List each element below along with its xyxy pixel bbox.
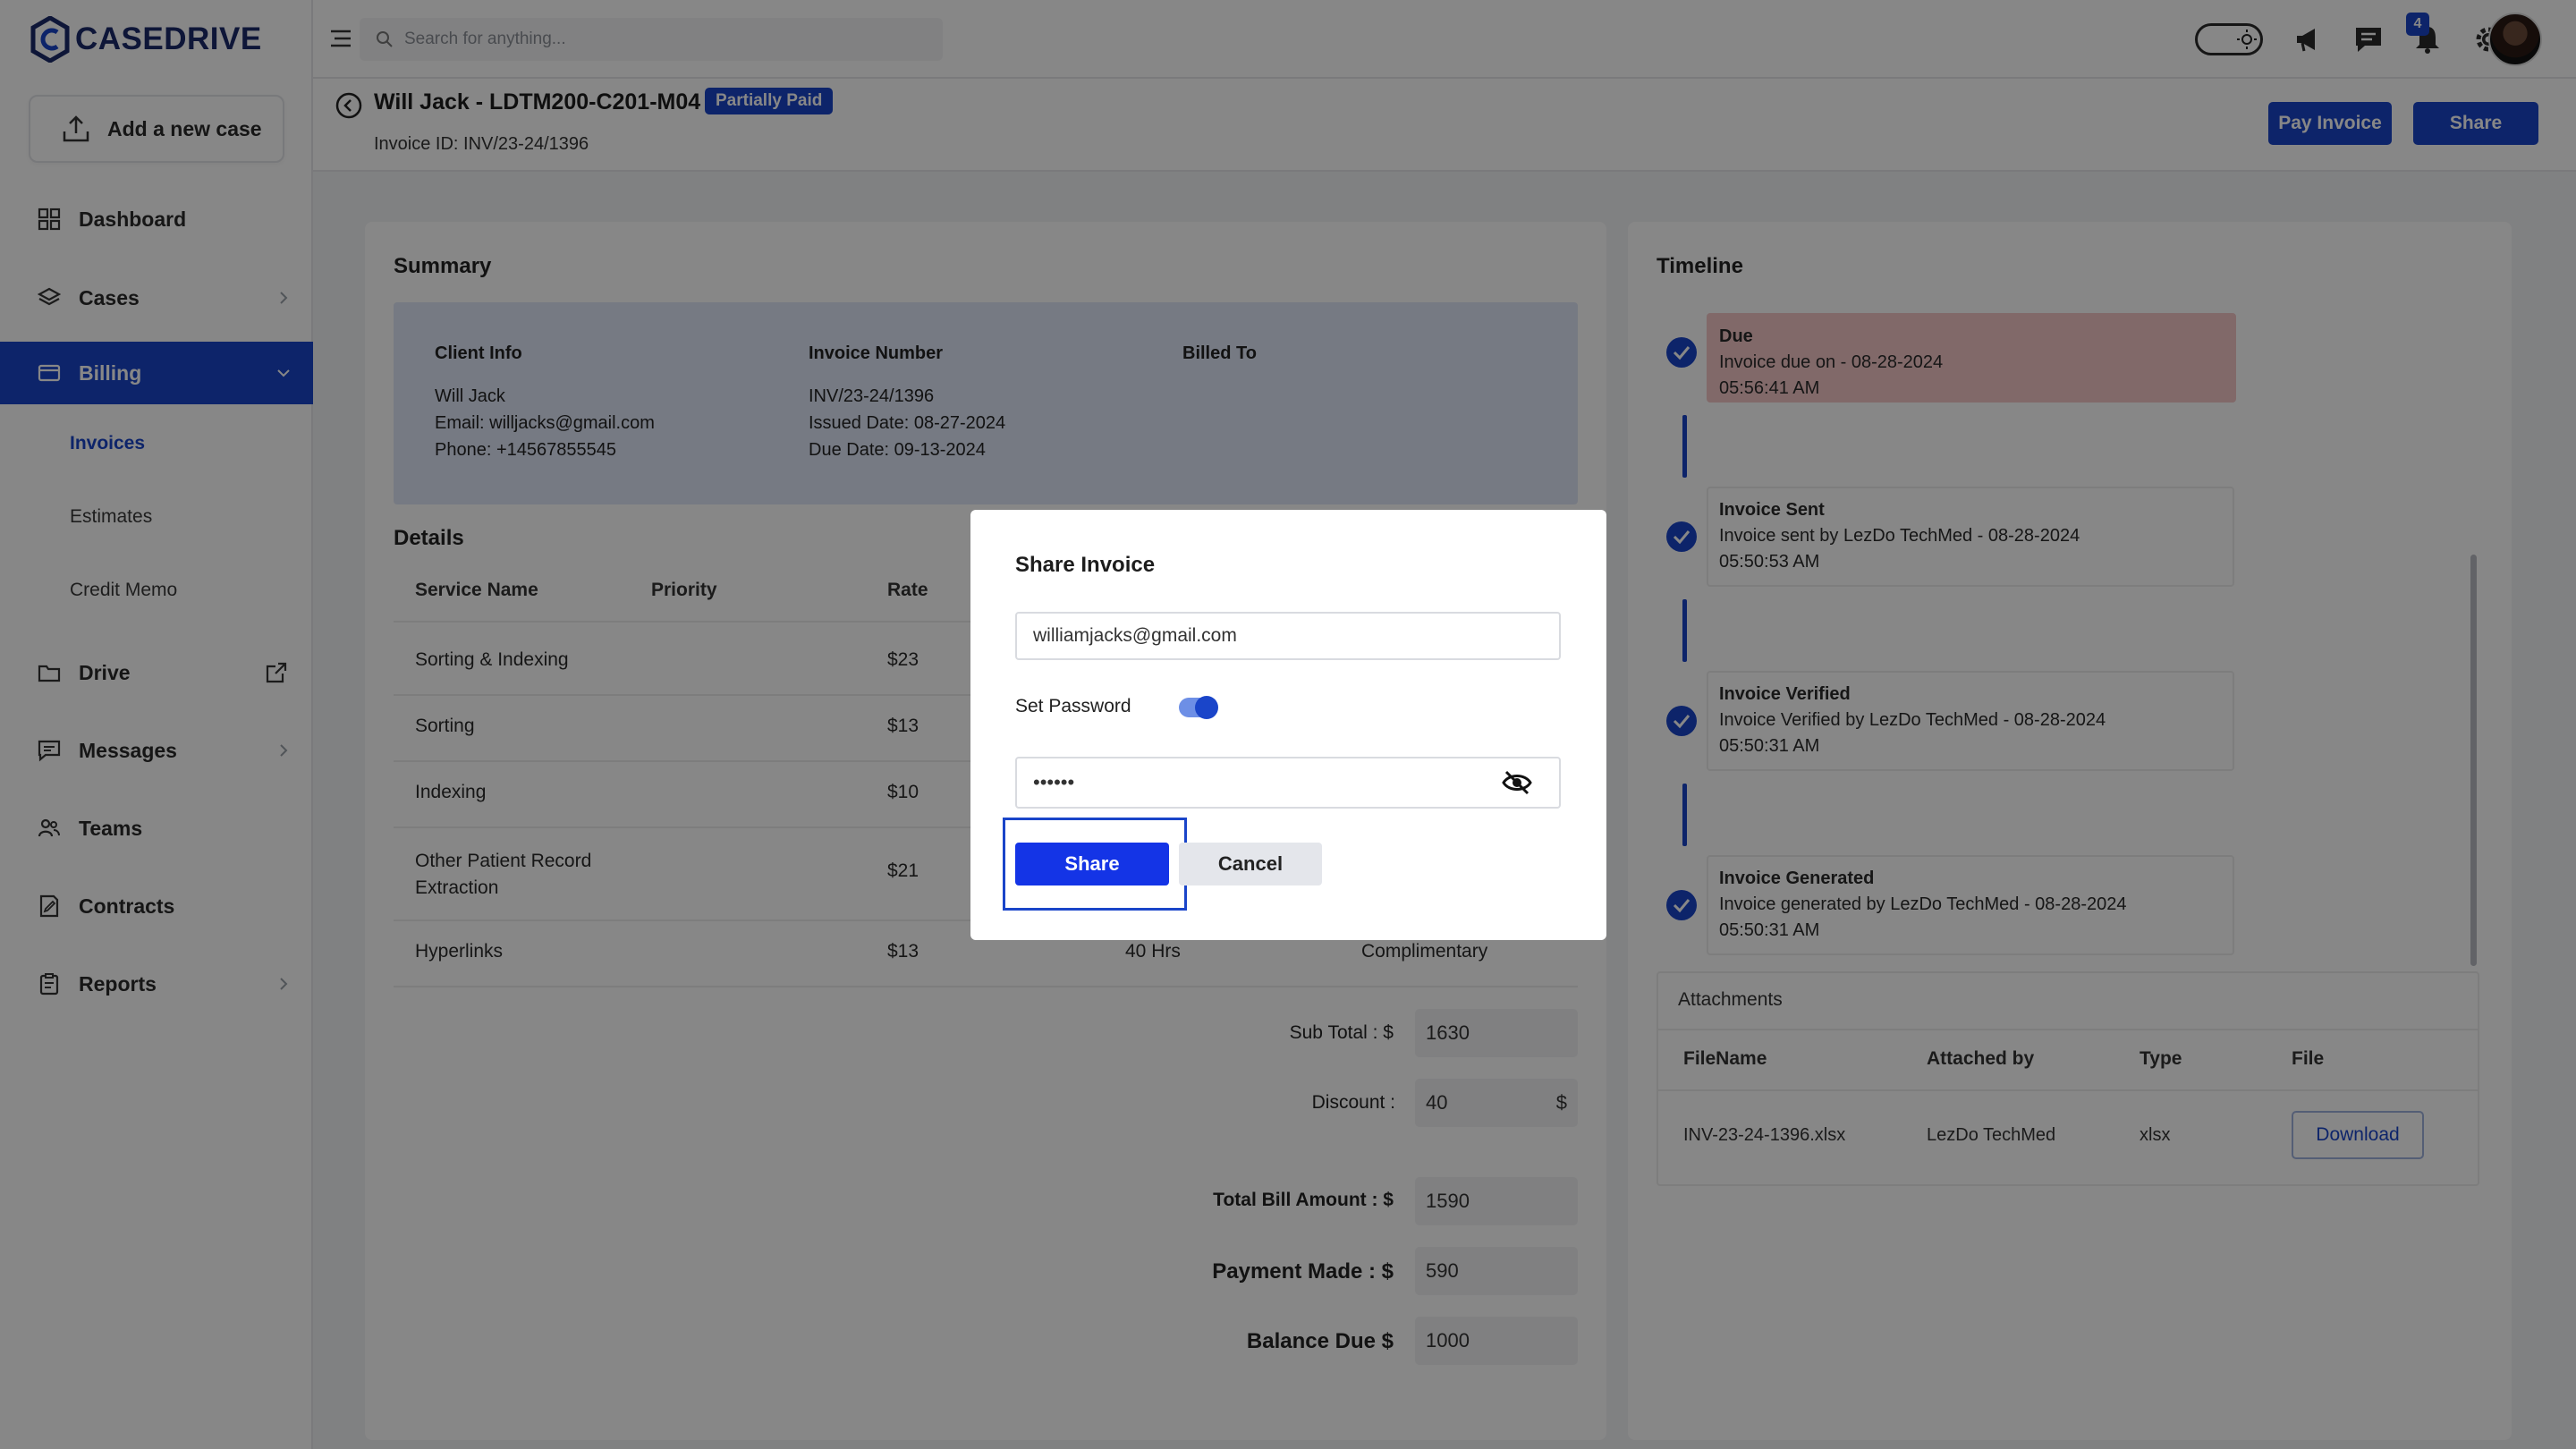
set-password-toggle[interactable] xyxy=(1179,696,1218,719)
modal-title: Share Invoice xyxy=(1015,553,1156,577)
share-invoice-modal: Share Invoice Set Password Share Cancel xyxy=(970,510,1606,940)
modal-cancel-button[interactable]: Cancel xyxy=(1179,843,1322,886)
toggle-knob xyxy=(1195,696,1218,719)
email-field[interactable] xyxy=(1015,612,1561,660)
modal-share-button[interactable]: Share xyxy=(1015,843,1169,886)
password-field[interactable] xyxy=(1015,757,1561,809)
eye-off-icon[interactable] xyxy=(1502,769,1532,796)
set-password-label: Set Password xyxy=(1015,696,1131,716)
